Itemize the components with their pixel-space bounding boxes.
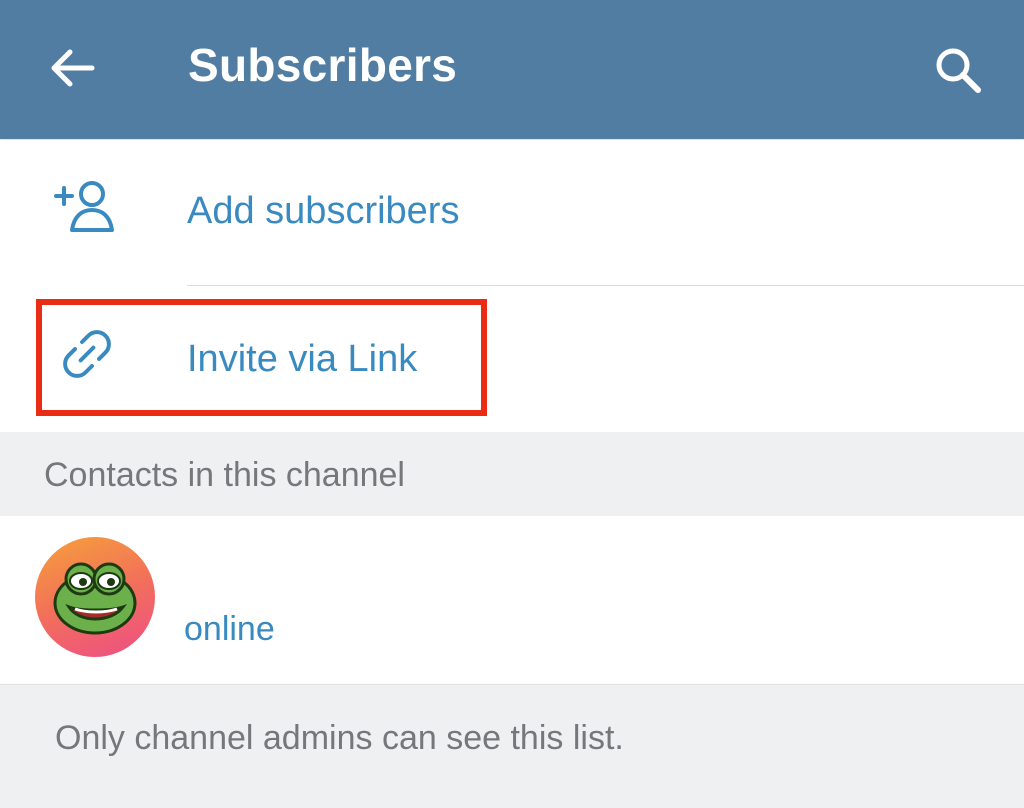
search-icon xyxy=(936,48,981,93)
highlight-annotation xyxy=(36,299,487,416)
contact-status: online xyxy=(184,610,275,648)
app-bar: Subscribers xyxy=(0,0,1024,139)
search-button[interactable] xyxy=(928,40,988,100)
add-user-icon xyxy=(52,178,122,238)
footer-note: Only channel admins can see this list. xyxy=(55,719,624,757)
add-subscribers-button[interactable]: Add subscribers xyxy=(0,140,1024,286)
arrow-left-icon xyxy=(51,49,95,87)
add-subscribers-label: Add subscribers xyxy=(187,190,460,232)
row-divider xyxy=(187,285,1024,286)
avatar xyxy=(35,537,155,657)
section-title: Contacts in this channel xyxy=(44,456,405,494)
page-title: Subscribers xyxy=(188,39,458,91)
frog-sticker-icon xyxy=(53,562,137,635)
footer: Only channel admins can see this list. xyxy=(0,684,1024,808)
contact-row[interactable]: online xyxy=(0,516,1024,684)
back-button[interactable] xyxy=(44,40,100,96)
contacts-section-header: Contacts in this channel xyxy=(0,432,1024,516)
